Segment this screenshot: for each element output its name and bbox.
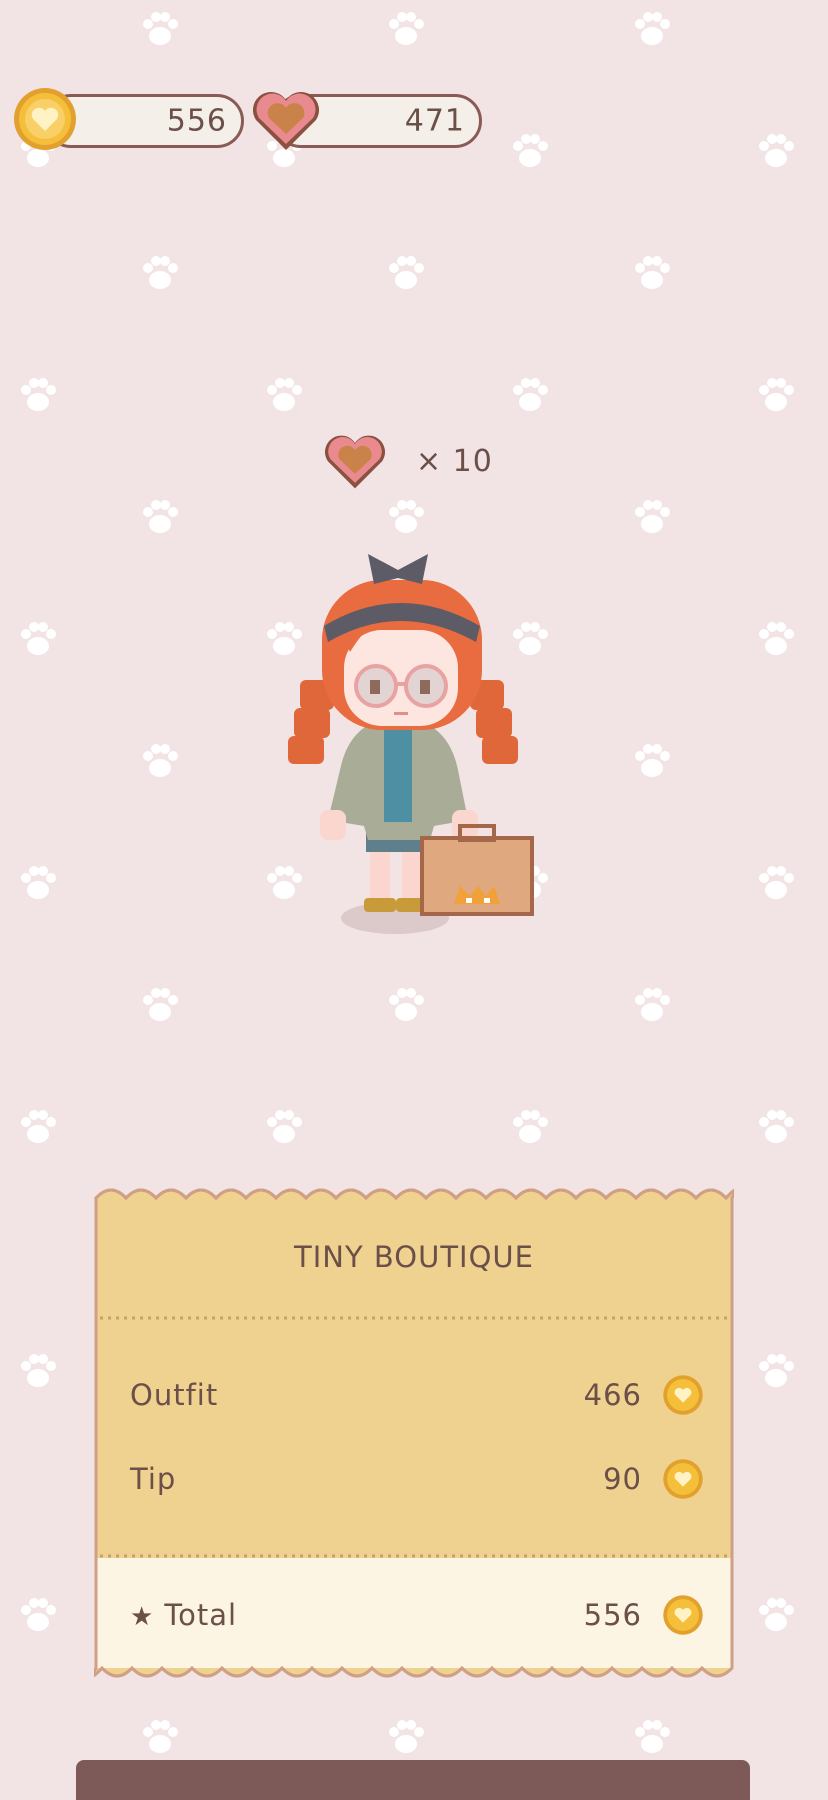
paw-icon bbox=[143, 1720, 178, 1753]
heart-cookie-icon bbox=[324, 435, 386, 489]
paw-icon bbox=[267, 1110, 302, 1143]
paw-icon bbox=[635, 1720, 670, 1753]
total-amount: 556 bbox=[583, 1598, 642, 1632]
reward-multiplier: × 10 bbox=[416, 444, 493, 479]
paw-icon bbox=[759, 866, 794, 899]
paw-icon bbox=[635, 988, 670, 1021]
paw-icon bbox=[759, 622, 794, 655]
coin-icon bbox=[14, 88, 76, 150]
receipt-panel: TINY BOUTIQUE Outfit 466 Tip 90 ★ Total 5… bbox=[94, 1180, 734, 1692]
coin-icon bbox=[663, 1595, 703, 1635]
paw-icon bbox=[389, 988, 424, 1021]
star-icon: ★ bbox=[130, 1602, 155, 1632]
coin-icon bbox=[663, 1459, 703, 1499]
paw-icon bbox=[389, 500, 424, 533]
row-amount: 90 bbox=[603, 1462, 642, 1496]
paw-icon bbox=[389, 1720, 424, 1753]
paw-icon bbox=[635, 256, 670, 289]
customer-character bbox=[288, 554, 534, 934]
paw-icon bbox=[21, 1598, 56, 1631]
total-label-wrap: ★ Total bbox=[130, 1598, 237, 1632]
coin-count: 556 bbox=[166, 103, 227, 139]
paw-icon bbox=[759, 1354, 794, 1387]
paw-icon bbox=[143, 12, 178, 45]
paw-icon bbox=[759, 1598, 794, 1631]
bottom-panel-edge bbox=[76, 1760, 750, 1800]
receipt-row-tip: Tip 90 bbox=[130, 1458, 704, 1502]
paw-icon bbox=[143, 500, 178, 533]
paw-icon bbox=[759, 134, 794, 167]
coin-icon bbox=[663, 1375, 703, 1415]
paw-icon bbox=[389, 12, 424, 45]
paw-icon bbox=[143, 988, 178, 1021]
heart-count: 471 bbox=[404, 103, 465, 139]
paw-icon bbox=[21, 378, 56, 411]
shop-name: TINY BOUTIQUE bbox=[294, 1240, 534, 1274]
heart-cookie-icon bbox=[252, 91, 320, 150]
paw-icon bbox=[21, 622, 56, 655]
heart-reward: × 10 bbox=[322, 432, 502, 492]
paw-icon bbox=[635, 12, 670, 45]
receipt-row-total: ★ Total 556 bbox=[130, 1594, 704, 1638]
paw-icon bbox=[513, 134, 548, 167]
row-amount: 466 bbox=[583, 1378, 642, 1412]
row-label: Outfit bbox=[130, 1378, 219, 1412]
total-label: Total bbox=[164, 1598, 238, 1632]
paw-icon bbox=[759, 378, 794, 411]
paw-icon bbox=[21, 1354, 56, 1387]
paw-icon bbox=[635, 500, 670, 533]
paw-icon bbox=[143, 744, 178, 777]
paw-icon bbox=[389, 256, 424, 289]
paw-icon bbox=[759, 1110, 794, 1143]
paw-icon bbox=[21, 1110, 56, 1143]
row-label: Tip bbox=[130, 1462, 177, 1496]
paw-icon bbox=[635, 744, 670, 777]
paw-icon bbox=[143, 256, 178, 289]
receipt-row-outfit: Outfit 466 bbox=[130, 1374, 704, 1418]
paw-icon bbox=[513, 378, 548, 411]
paw-icon bbox=[21, 866, 56, 899]
paw-icon bbox=[267, 378, 302, 411]
paw-icon bbox=[513, 1110, 548, 1143]
